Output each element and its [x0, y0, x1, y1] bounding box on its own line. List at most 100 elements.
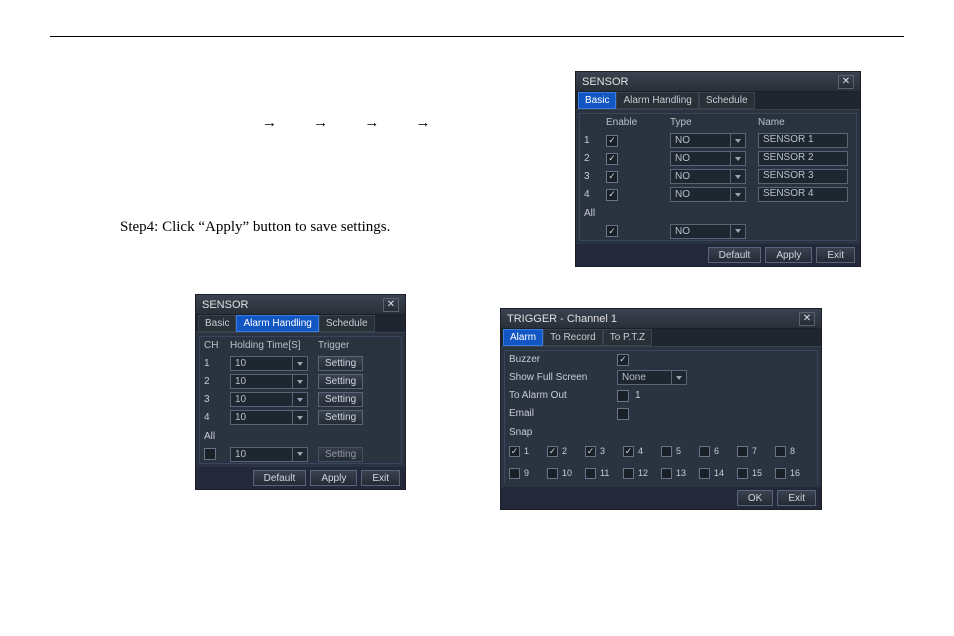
col-type: Type	[666, 117, 754, 128]
chevron-down-icon	[730, 225, 744, 238]
snap-checkbox[interactable]	[547, 446, 558, 457]
snap-number: 14	[714, 468, 724, 478]
snap-channel[interactable]: 4	[623, 444, 659, 458]
email-label: Email	[509, 408, 617, 419]
apply-button[interactable]: Apply	[310, 470, 357, 486]
all-holding-select[interactable]: 10	[230, 447, 308, 462]
holding-select[interactable]: 10	[230, 410, 308, 425]
tab-schedule[interactable]: Schedule	[699, 92, 755, 109]
snap-channel[interactable]: 8	[775, 444, 811, 458]
snap-checkbox[interactable]	[509, 468, 520, 479]
all-label: All	[200, 431, 219, 442]
type-select[interactable]: NO	[670, 187, 746, 202]
enable-checkbox[interactable]	[606, 135, 618, 147]
snap-channel[interactable]: 3	[585, 444, 621, 458]
alarm-out-label: To Alarm Out	[509, 390, 617, 401]
default-button[interactable]: Default	[708, 247, 762, 263]
snap-channel[interactable]: 1	[509, 444, 545, 458]
email-checkbox[interactable]	[617, 408, 629, 420]
holding-select[interactable]: 10	[230, 392, 308, 407]
name-input[interactable]: SENSOR 3	[758, 169, 848, 184]
snap-checkbox[interactable]	[775, 446, 786, 457]
snap-channel[interactable]: 2	[547, 444, 583, 458]
trigger-setting-button[interactable]: Setting	[318, 374, 363, 389]
exit-button[interactable]: Exit	[816, 247, 855, 263]
snap-channel[interactable]: 6	[699, 444, 735, 458]
exit-button[interactable]: Exit	[361, 470, 400, 486]
snap-checkbox[interactable]	[775, 468, 786, 479]
enable-checkbox[interactable]	[606, 189, 618, 201]
enable-checkbox[interactable]	[606, 171, 618, 183]
close-icon[interactable]: ✕	[799, 312, 815, 326]
snap-checkbox[interactable]	[661, 468, 672, 479]
snap-channel[interactable]: 12	[623, 466, 659, 480]
name-input[interactable]: SENSOR 1	[758, 133, 848, 148]
holding-select[interactable]: 10	[230, 374, 308, 389]
name-input[interactable]: SENSOR 2	[758, 151, 848, 166]
sensor2-tabs: Basic Alarm Handling Schedule	[196, 315, 405, 333]
buzzer-checkbox[interactable]	[617, 354, 629, 366]
snap-channel[interactable]: 5	[661, 444, 697, 458]
name-input[interactable]: SENSOR 4	[758, 187, 848, 202]
tab-schedule[interactable]: Schedule	[319, 315, 375, 332]
snap-channel[interactable]: 16	[775, 466, 811, 480]
snap-checkbox[interactable]	[585, 468, 596, 479]
trigger-panel: TRIGGER - Channel 1 ✕ Alarm To Record To…	[500, 308, 822, 510]
trigger-tabs: Alarm To Record To P.T.Z	[501, 329, 821, 347]
tab-alarm-handling[interactable]: Alarm Handling	[236, 315, 318, 332]
ok-button[interactable]: OK	[737, 490, 773, 506]
sensor-basic-panel: SENSOR ✕ Basic Alarm Handling Schedule E…	[575, 71, 861, 267]
tab-alarm-handling[interactable]: Alarm Handling	[616, 92, 698, 109]
ch-label: 4	[200, 412, 226, 423]
all-apply-checkbox[interactable]	[204, 448, 216, 460]
alarm-out-checkbox[interactable]	[617, 390, 629, 402]
arrow-icon: →	[313, 114, 328, 131]
close-icon[interactable]: ✕	[383, 298, 399, 312]
enable-checkbox[interactable]	[606, 153, 618, 165]
show-full-select[interactable]: None	[617, 370, 687, 385]
snap-channel[interactable]: 10	[547, 466, 583, 480]
snap-channel[interactable]: 7	[737, 444, 773, 458]
snap-checkbox[interactable]	[623, 446, 634, 457]
panel-title: SENSOR	[582, 76, 838, 88]
all-trigger-button[interactable]: Setting	[318, 447, 363, 462]
snap-checkbox[interactable]	[737, 468, 748, 479]
snap-channel[interactable]: 9	[509, 466, 545, 480]
trigger-setting-button[interactable]: Setting	[318, 356, 363, 371]
panel-title: TRIGGER - Channel 1	[507, 313, 799, 325]
tab-to-record[interactable]: To Record	[543, 329, 603, 346]
snap-channel[interactable]: 15	[737, 466, 773, 480]
all-enable-checkbox[interactable]	[606, 225, 618, 237]
snap-checkbox[interactable]	[623, 468, 634, 479]
snap-checkbox[interactable]	[661, 446, 672, 457]
snap-checkbox[interactable]	[509, 446, 520, 457]
tab-basic[interactable]: Basic	[578, 92, 616, 109]
snap-channel[interactable]: 11	[585, 466, 621, 480]
table-row: 4NOSENSOR 4	[580, 186, 856, 204]
snap-channel[interactable]: 14	[699, 466, 735, 480]
default-button[interactable]: Default	[253, 470, 307, 486]
close-icon[interactable]: ✕	[838, 75, 854, 89]
snap-checkbox[interactable]	[737, 446, 748, 457]
snap-number: 4	[638, 446, 643, 456]
holding-select[interactable]: 10	[230, 356, 308, 371]
trigger-setting-button[interactable]: Setting	[318, 410, 363, 425]
snap-checkbox[interactable]	[547, 468, 558, 479]
trigger-setting-button[interactable]: Setting	[318, 392, 363, 407]
apply-button[interactable]: Apply	[765, 247, 812, 263]
all-type-select[interactable]: NO	[670, 224, 746, 239]
snap-channel[interactable]: 13	[661, 466, 697, 480]
type-select[interactable]: NO	[670, 169, 746, 184]
snap-checkbox[interactable]	[699, 446, 710, 457]
ch-label: 2	[200, 376, 226, 387]
tab-alarm[interactable]: Alarm	[503, 329, 543, 346]
tab-basic[interactable]: Basic	[198, 315, 236, 332]
snap-checkbox[interactable]	[699, 468, 710, 479]
exit-button[interactable]: Exit	[777, 490, 816, 506]
tab-to-ptz[interactable]: To P.T.Z	[603, 329, 652, 346]
snap-number: 9	[524, 468, 529, 478]
type-select[interactable]: NO	[670, 133, 746, 148]
type-select[interactable]: NO	[670, 151, 746, 166]
table-row: 2NOSENSOR 2	[580, 150, 856, 168]
snap-checkbox[interactable]	[585, 446, 596, 457]
